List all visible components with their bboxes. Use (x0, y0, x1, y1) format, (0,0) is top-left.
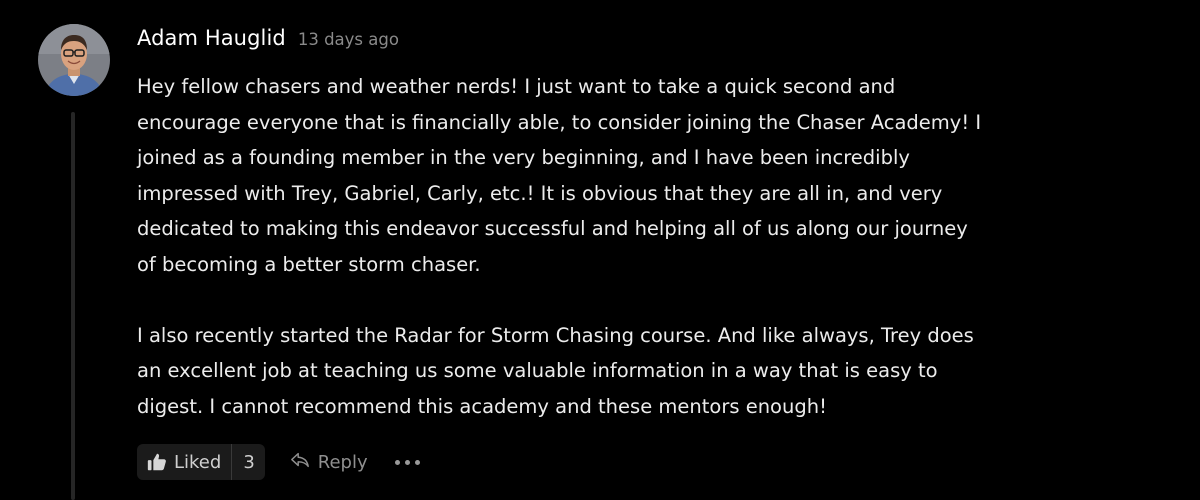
reply-label: Reply (317, 451, 368, 473)
comment-line: digest. I cannot recommend this academy … (137, 394, 827, 418)
comment-header: Adam Hauglid 13 days ago (137, 26, 1187, 62)
comment-line: an excellent job at teaching us some val… (137, 359, 938, 382)
comment-line: I also recently started the Radar for St… (137, 323, 974, 347)
comment: Adam Hauglid 13 days ago Hey fellow chas… (137, 26, 1187, 424)
comment-line: Hey fellow chasers and weather nerds! I … (137, 75, 896, 98)
comment-line: of becoming a better storm chaser. (137, 252, 481, 276)
like-label: Liked (174, 451, 222, 473)
like-button[interactable]: Liked (137, 444, 231, 480)
thumbs-up-icon (146, 451, 168, 473)
author-name[interactable]: Adam Hauglid (137, 26, 286, 50)
like-count[interactable]: 3 (232, 452, 264, 473)
avatar[interactable] (38, 24, 110, 96)
like-control: Liked 3 (137, 444, 265, 480)
avatar-image (38, 24, 110, 96)
comment-body: Hey fellow chasers and weather nerds! I … (137, 69, 1187, 424)
reply-button[interactable]: Reply (289, 450, 368, 474)
comment-timestamp[interactable]: 13 days ago (298, 30, 399, 49)
reply-arrow-icon (289, 450, 311, 474)
ellipsis-icon (404, 459, 410, 465)
comment-line: encourage everyone that is financially a… (137, 110, 982, 134)
comment-line: joined as a founding member in the very … (137, 146, 910, 169)
ellipsis-icon (414, 459, 420, 465)
thread-line (71, 112, 75, 500)
comment-line: dedicated to making this endeavor succes… (137, 217, 968, 240)
comment-line: impressed with Trey, Gabriel, Carly, etc… (137, 181, 943, 205)
ellipsis-icon (394, 459, 400, 465)
comment-actions: Liked 3 Reply (137, 444, 425, 480)
comment-page: Adam Hauglid 13 days ago Hey fellow chas… (0, 0, 1200, 500)
more-options-button[interactable] (394, 444, 425, 480)
